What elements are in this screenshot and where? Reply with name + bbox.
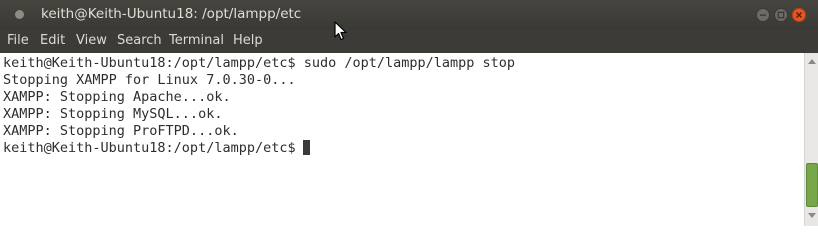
terminal-line: Stopping XAMPP for Linux 7.0.30-0...	[3, 72, 296, 88]
minimize-button[interactable]	[756, 8, 770, 22]
menu-edit[interactable]: Edit	[40, 33, 65, 48]
menu-search[interactable]: Search	[117, 33, 162, 48]
menu-help[interactable]: Help	[233, 33, 263, 48]
scrollbar[interactable]	[804, 53, 818, 226]
maximize-button[interactable]	[774, 8, 788, 22]
scroll-thumb[interactable]	[806, 163, 818, 207]
text-cursor	[302, 140, 310, 155]
terminal-line: XAMPP: Stopping Apache...ok.	[3, 89, 231, 105]
terminal-prompt: keith@Keith-Ubuntu18:/opt/lampp/etc$	[3, 140, 296, 156]
menu-view[interactable]: View	[76, 33, 107, 48]
terminal-line: keith@Keith-Ubuntu18:/opt/lampp/etc$ sud…	[3, 55, 516, 71]
scroll-down-arrow-icon[interactable]	[808, 213, 816, 218]
close-icon	[795, 11, 803, 19]
menu-file[interactable]: File	[7, 33, 29, 48]
minimize-icon	[760, 14, 766, 16]
close-button[interactable]	[792, 8, 806, 22]
title-bar[interactable]: keith@Keith-Ubuntu18: /opt/lampp/etc	[0, 0, 818, 30]
menu-terminal[interactable]: Terminal	[169, 33, 224, 48]
menu-bar: File Edit View Search Terminal Help	[0, 30, 818, 53]
window-title: keith@Keith-Ubuntu18: /opt/lampp/etc	[41, 6, 302, 22]
terminal-line: XAMPP: Stopping ProFTPD...ok.	[3, 123, 239, 139]
maximize-icon	[777, 11, 785, 19]
terminal-line: XAMPP: Stopping MySQL...ok.	[3, 106, 223, 122]
terminal-prompt-line: keith@Keith-Ubuntu18:/opt/lampp/etc$	[3, 140, 310, 157]
mouse-pointer-icon	[334, 21, 347, 41]
app-dot-icon	[15, 10, 24, 19]
terminal-area[interactable]: keith@Keith-Ubuntu18:/opt/lampp/etc$ sud…	[0, 53, 804, 226]
scroll-up-arrow-icon[interactable]	[808, 59, 816, 64]
